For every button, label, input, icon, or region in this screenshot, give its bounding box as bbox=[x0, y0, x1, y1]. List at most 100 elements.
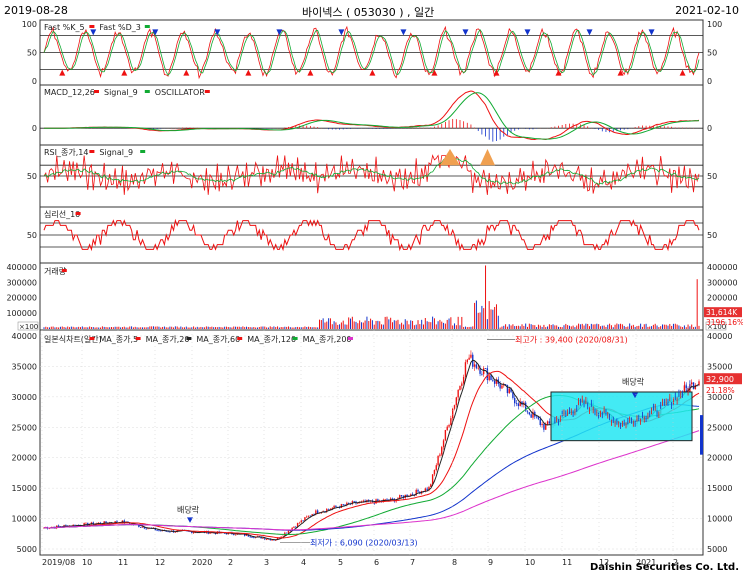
candle-body bbox=[548, 421, 551, 424]
left-tick-label: 25000 bbox=[12, 423, 37, 432]
right-tick-label: 35000 bbox=[707, 362, 732, 371]
candle-body bbox=[307, 515, 310, 517]
candle-body bbox=[488, 375, 490, 381]
candle-body bbox=[692, 382, 695, 390]
candle-body bbox=[158, 530, 160, 532]
candle-body bbox=[535, 416, 538, 418]
legend-entry: MA_종가,120 bbox=[247, 335, 296, 344]
candle-body bbox=[156, 530, 158, 532]
candle-body bbox=[362, 500, 364, 502]
candle-body bbox=[448, 425, 450, 427]
right-tick-label: 300000 bbox=[707, 278, 738, 287]
right-tick-label: 0 bbox=[707, 77, 712, 86]
right-tick-label: 100 bbox=[707, 20, 722, 29]
candle-body bbox=[302, 520, 304, 522]
candle-body bbox=[265, 539, 268, 540]
legend-swatch bbox=[348, 337, 353, 340]
right-tick-label: 15000 bbox=[707, 484, 732, 493]
legend-entry: Fast %K_5 bbox=[44, 23, 85, 32]
stock-chart-window: 2019-08-28 바이넥스 ( 053030 ) , 일간 2021-02-… bbox=[0, 0, 743, 574]
left-tick-label: 30000 bbox=[12, 393, 37, 402]
candle-body bbox=[282, 535, 284, 537]
left-tick-label: 10000 bbox=[12, 515, 37, 524]
left-tick-label: 15000 bbox=[12, 484, 37, 493]
legend-entry: MA_종가,200 bbox=[303, 335, 352, 344]
candle-body bbox=[459, 385, 461, 390]
candle-body bbox=[298, 522, 301, 524]
candle-body bbox=[528, 412, 531, 415]
candle-body bbox=[411, 493, 414, 495]
candle-body bbox=[399, 495, 401, 499]
candle-body bbox=[462, 376, 465, 384]
low-price-label: 최저가 : 6,090 (2020/03/13) bbox=[310, 537, 418, 547]
percent-change-label: 21.18% bbox=[706, 386, 735, 395]
candle-body bbox=[234, 534, 237, 536]
candle-body bbox=[541, 423, 543, 426]
x-tick-label: 11 bbox=[118, 558, 128, 567]
candle-body bbox=[439, 454, 441, 456]
candle-body bbox=[160, 530, 162, 532]
legend-swatch bbox=[186, 337, 192, 340]
legend-entry: Signal_9 bbox=[99, 148, 133, 157]
candle-body bbox=[501, 385, 503, 389]
right-tick-label: 50 bbox=[707, 231, 717, 240]
candle-body bbox=[499, 383, 501, 389]
chart-canvas[interactable]: 최고가 : 39,400 (2020/08/31) 최저가 : 6,090 (20… bbox=[0, 0, 743, 574]
dividend-label-1: 배당락 bbox=[177, 504, 200, 514]
pane-frame-5 bbox=[39, 262, 704, 331]
left-tick-label: ×100 bbox=[19, 323, 38, 331]
pane-frame-2 bbox=[39, 84, 704, 146]
right-tick-label: 5000 bbox=[707, 545, 727, 554]
candle-body bbox=[400, 495, 403, 497]
x-tick-label: 7 bbox=[410, 558, 415, 567]
candle-body bbox=[466, 359, 468, 363]
candle-body bbox=[251, 537, 253, 538]
candle-body bbox=[543, 423, 545, 430]
x-tick-label: 10 bbox=[525, 558, 535, 567]
x-tick-label: 10 bbox=[82, 558, 92, 567]
legend-swatch bbox=[140, 150, 146, 153]
legend-entry: MA_종가,5 bbox=[99, 335, 138, 344]
candle-body bbox=[517, 403, 520, 407]
left-tick-label: 100000 bbox=[6, 309, 37, 318]
candle-body bbox=[691, 382, 693, 385]
left-tick-label: 20000 bbox=[12, 454, 37, 463]
legend-entry: Fast %D_3 bbox=[99, 23, 140, 32]
candle-body bbox=[455, 397, 458, 406]
x-tick-label: 2020 bbox=[192, 558, 212, 567]
candle-body bbox=[306, 516, 308, 518]
candle-body bbox=[473, 364, 476, 367]
legend-swatch bbox=[94, 90, 99, 93]
candle-body bbox=[464, 362, 467, 377]
candle-body bbox=[293, 526, 295, 528]
candle-body bbox=[477, 367, 479, 369]
candle-body bbox=[530, 414, 532, 418]
candle-body bbox=[169, 531, 171, 533]
candle-body bbox=[475, 364, 478, 369]
right-tick-label: 20000 bbox=[707, 454, 732, 463]
candle-body bbox=[490, 375, 492, 381]
candle-body bbox=[457, 389, 459, 398]
legend-entry: RSI_종가,14 bbox=[44, 148, 88, 157]
legend-entry: MACD_12,26 bbox=[44, 88, 95, 97]
candle-body bbox=[514, 397, 516, 404]
left-tick-label: 5000 bbox=[17, 545, 37, 554]
left-tick-label: 100 bbox=[22, 20, 37, 29]
candle-body bbox=[85, 522, 87, 524]
legend-swatch bbox=[144, 90, 150, 93]
right-tick-label: 25000 bbox=[707, 423, 732, 432]
left-tick-label: 50 bbox=[27, 231, 37, 240]
candle-body bbox=[492, 380, 494, 381]
volume-current-label: 31,614K bbox=[706, 308, 738, 317]
dividend-label-2: 배당락 bbox=[622, 377, 645, 387]
left-tick-label: 300000 bbox=[6, 278, 37, 287]
candle-body bbox=[444, 430, 447, 441]
legend-swatch bbox=[75, 212, 81, 215]
legend-swatch bbox=[204, 90, 210, 93]
legend-swatch bbox=[135, 337, 141, 340]
legend-swatch bbox=[89, 25, 95, 28]
candle-body bbox=[545, 424, 547, 430]
x-tick-label: 4 bbox=[301, 558, 306, 567]
candle-body bbox=[192, 532, 195, 534]
x-tick-label: 5 bbox=[338, 558, 343, 567]
